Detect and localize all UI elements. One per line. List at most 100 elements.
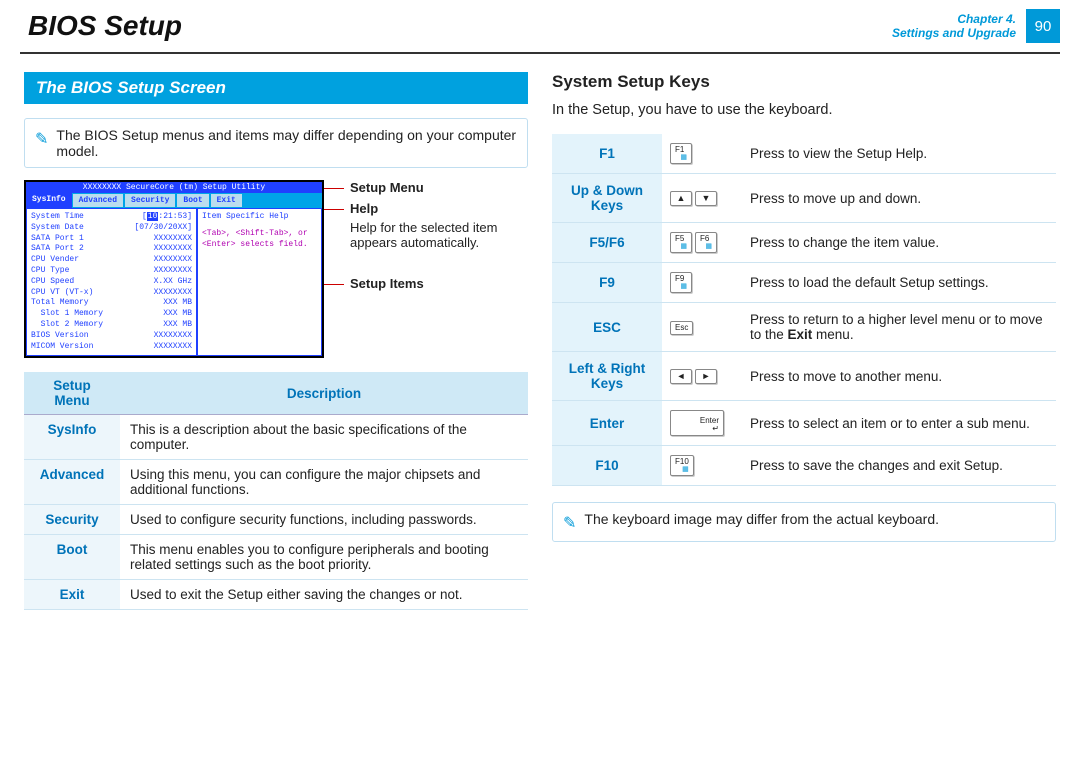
menu-name: Boot [24, 535, 120, 580]
keycap-icon: F1▦ [670, 143, 692, 164]
keycap-icon: ▼ [695, 191, 717, 206]
keys-table: F1 F1▦ Press to view the Setup Help. Up & D… [552, 134, 1056, 486]
bios-help-body: <Tab>, <Shift-Tab>, or <Enter> selects f… [202, 229, 317, 251]
bios-tab-advanced: Advanced [73, 194, 123, 207]
key-desc: Press to view the Setup Help. [742, 134, 1056, 174]
th-description: Description [120, 372, 528, 415]
bios-row: SATA Port 2XXXXXXXX [31, 244, 192, 255]
table-row: ExitUsed to exit the Setup either saving… [24, 580, 528, 610]
key-desc: Press to load the default Setup settings… [742, 263, 1056, 303]
menu-desc: Used to exit the Setup either saving the… [120, 580, 528, 610]
bios-tab-sysinfo: SysInfo [26, 193, 72, 208]
bios-row: Total MemoryXXX MB [31, 298, 192, 309]
table-row: BootThis menu enables you to configure p… [24, 535, 528, 580]
label-setup-menu: Setup Menu [334, 180, 528, 195]
label-help-text: Help for the selected item appears autom… [334, 220, 528, 250]
table-row: ESC Esc Press to return to a higher level … [552, 303, 1056, 352]
key-name: ESC [552, 303, 662, 352]
chapter-line1: Chapter 4. [892, 12, 1016, 26]
table-row: F5/F6F5▦F6▦Press to change the item valu… [552, 223, 1056, 263]
bios-row: CPU VT (VT-x)XXXXXXXX [31, 288, 192, 299]
note-icon: ✎ [563, 513, 576, 533]
key-desc: Press to move to another menu. [742, 352, 1056, 401]
bios-row: MICOM VersionXXXXXXXX [31, 342, 192, 353]
chapter-box: Chapter 4. Settings and Upgrade 90 [892, 9, 1080, 43]
table-row: Left & RightKeys◄►Press to move to anoth… [552, 352, 1056, 401]
note-icon: ✎ [35, 129, 48, 149]
menu-name: SysInfo [24, 415, 120, 460]
bios-row: CPU SpeedX.XX GHz [31, 277, 192, 288]
bios-row: System Time[10:21:53] [31, 212, 192, 223]
bios-row: CPU TypeXXXXXXXX [31, 266, 192, 277]
keycap-icon: F10▦ [670, 455, 694, 476]
heading-system-setup-keys: System Setup Keys [552, 72, 1056, 92]
bios-tab-security: Security [125, 194, 175, 207]
key-desc: Press to move up and down. [742, 174, 1056, 223]
page-number: 90 [1026, 9, 1060, 43]
chapter-line2: Settings and Upgrade [892, 26, 1016, 40]
section-title-bios-screen: The BIOS Setup Screen [24, 72, 528, 104]
table-row: SysInfoThis is a description about the b… [24, 415, 528, 460]
keycap-icon: F6▦ [695, 232, 717, 253]
label-setup-items: Setup Items [334, 276, 528, 291]
divider [20, 52, 1060, 54]
label-help: Help [334, 201, 528, 216]
key-desc: Press to save the changes and exit Setup… [742, 446, 1056, 486]
keycap-icon: Esc [670, 321, 693, 335]
key-image: ◄► [662, 352, 742, 401]
key-name: Enter [552, 401, 662, 446]
key-image: F5▦F6▦ [662, 223, 742, 263]
key-desc: Press to select an item or to enter a su… [742, 401, 1056, 446]
table-row: EnterEnter↵Press to select an item or to… [552, 401, 1056, 446]
table-row: AdvancedUsing this menu, you can configu… [24, 460, 528, 505]
note-text: The BIOS Setup menus and items may diffe… [56, 127, 517, 159]
bios-row: Slot 2 MemoryXXX MB [31, 320, 192, 331]
menu-name: Exit [24, 580, 120, 610]
key-name: F1 [552, 134, 662, 174]
table-row: F1 F1▦ Press to view the Setup Help. [552, 134, 1056, 174]
note-text: The keyboard image may differ from the a… [584, 511, 939, 527]
keycap-icon: F5▦ [670, 232, 692, 253]
bios-screenshot: XXXXXXXX SecureCore (tm) Setup Utility S… [24, 180, 324, 358]
menu-name: Advanced [24, 460, 120, 505]
note-keyboard-differ: ✎ The keyboard image may differ from the… [552, 502, 1056, 542]
intro-keyboard: In the Setup, you have to use the keyboa… [552, 102, 1056, 118]
setup-menu-table: Setup Menu Description SysInfoThis is a … [24, 372, 528, 610]
key-name: F10 [552, 446, 662, 486]
keycap-icon: F9▦ [670, 272, 692, 293]
keycap-icon: ◄ [670, 369, 692, 384]
bios-tab-boot: Boot [177, 194, 208, 207]
table-row: F9 F9▦ Press to load the default Setup set… [552, 263, 1056, 303]
table-row: Up & DownKeys▲▼Press to move up and down… [552, 174, 1056, 223]
key-image: F1▦ [662, 134, 742, 174]
menu-desc: This menu enables you to configure perip… [120, 535, 528, 580]
key-desc: Press to return to a higher level menu o… [742, 303, 1056, 352]
key-image: Esc [662, 303, 742, 352]
key-image: Enter↵ [662, 401, 742, 446]
bios-help-title: Item Specific Help [202, 212, 317, 223]
key-name: Up & DownKeys [552, 174, 662, 223]
key-name: F5/F6 [552, 223, 662, 263]
page-title: BIOS Setup [28, 10, 892, 42]
key-image: ▲▼ [662, 174, 742, 223]
key-name: F9 [552, 263, 662, 303]
keycap-icon: ► [695, 369, 717, 384]
menu-name: Security [24, 505, 120, 535]
bios-tab-exit: Exit [211, 194, 242, 207]
keycap-icon: ▲ [670, 191, 692, 206]
note-bios-differ: ✎ The BIOS Setup menus and items may dif… [24, 118, 528, 168]
menu-desc: Used to configure security functions, in… [120, 505, 528, 535]
bios-row: SATA Port 1XXXXXXXX [31, 234, 192, 245]
menu-desc: This is a description about the basic sp… [120, 415, 528, 460]
table-row: SecurityUsed to configure security funct… [24, 505, 528, 535]
bios-titlebar: XXXXXXXX SecureCore (tm) Setup Utility [26, 182, 322, 193]
menu-desc: Using this menu, you can configure the m… [120, 460, 528, 505]
bios-row: System Date[07/30/20XX] [31, 223, 192, 234]
bios-row: BIOS VersionXXXXXXXX [31, 331, 192, 342]
key-name: Left & RightKeys [552, 352, 662, 401]
bios-row: CPU VenderXXXXXXXX [31, 255, 192, 266]
table-row: F10 F10▦ Press to save the changes and exi… [552, 446, 1056, 486]
bios-row: Slot 1 MemoryXXX MB [31, 309, 192, 320]
key-image: F10▦ [662, 446, 742, 486]
key-image: F9▦ [662, 263, 742, 303]
